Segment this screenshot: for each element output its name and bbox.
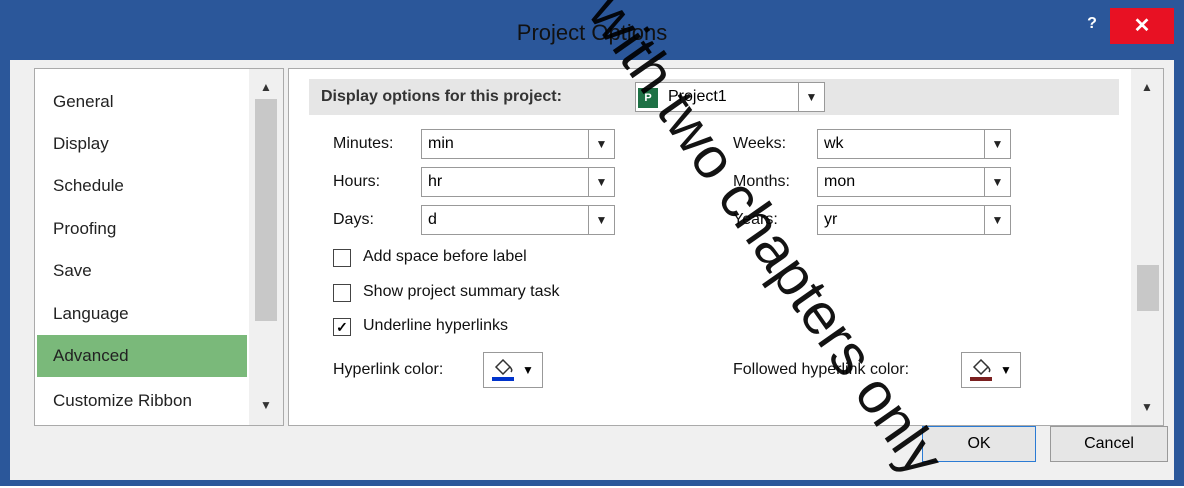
nav-item-proofing[interactable]: Proofing: [37, 208, 247, 250]
chevron-down-icon[interactable]: ▼: [798, 83, 824, 111]
close-button[interactable]: ✕: [1110, 8, 1174, 44]
hyperlink-color-label: Hyperlink color:: [333, 361, 444, 378]
project-file-icon: P: [638, 88, 658, 108]
chevron-down-icon[interactable]: ▼: [984, 130, 1010, 158]
months-select[interactable]: mon ▼: [817, 167, 1011, 197]
help-button[interactable]: ?: [1080, 12, 1104, 36]
minutes-value: min: [428, 135, 454, 152]
caret-down-icon: ▼: [1000, 363, 1012, 377]
chevron-down-icon[interactable]: ▼: [984, 206, 1010, 234]
years-select[interactable]: yr ▼: [817, 205, 1011, 235]
panel-scroll-thumb[interactable]: [1137, 265, 1159, 311]
months-value: mon: [824, 173, 856, 190]
project-dropdown-value: Project1: [668, 88, 727, 105]
years-value: yr: [824, 211, 838, 228]
paint-bucket-icon: [494, 359, 513, 375]
title-bar[interactable]: Project Options ? ✕: [0, 0, 1184, 60]
scroll-down-icon[interactable]: ▼: [249, 393, 283, 417]
weeks-value: wk: [824, 135, 844, 152]
category-list: General Display Schedule Proofing Save L…: [34, 68, 284, 426]
hours-label: Hours:: [333, 173, 381, 190]
scroll-up-icon[interactable]: ▲: [249, 75, 283, 99]
nav-scroll-thumb[interactable]: [255, 99, 277, 321]
section-header: Display options for this project: P Proj…: [309, 79, 1119, 115]
underline-hyperlinks-checkbox[interactable]: ✓: [333, 318, 351, 336]
panel-scrollbar[interactable]: ▲ ▼: [1131, 69, 1163, 425]
project-options-window: Project Options ? ✕ General Display Sche…: [0, 0, 1184, 488]
minutes-select[interactable]: min ▼: [421, 129, 615, 159]
days-label: Days:: [333, 211, 374, 228]
days-value: d: [428, 211, 437, 228]
caret-down-icon: ▼: [522, 363, 534, 377]
underline-hyperlinks-label: Underline hyperlinks: [363, 317, 508, 334]
nav-item-advanced[interactable]: Advanced: [37, 335, 247, 377]
years-label: Years:: [733, 211, 778, 228]
scroll-down-icon[interactable]: ▼: [1131, 395, 1163, 419]
dialog-client-area: General Display Schedule Proofing Save L…: [10, 60, 1174, 480]
nav-item-save[interactable]: Save: [37, 250, 247, 292]
nav-item-display[interactable]: Display: [37, 123, 247, 165]
ok-button[interactable]: OK: [922, 426, 1036, 462]
scroll-up-icon[interactable]: ▲: [1131, 75, 1163, 99]
hyperlink-color-swatch: [492, 377, 514, 381]
window-title: Project Options: [516, 20, 668, 45]
nav-item-general[interactable]: General: [37, 81, 247, 123]
nav-scrollbar[interactable]: ▲ ▼: [249, 69, 283, 425]
chevron-down-icon[interactable]: ▼: [984, 168, 1010, 196]
weeks-label: Weeks:: [733, 135, 787, 152]
chevron-down-icon[interactable]: ▼: [588, 206, 614, 234]
add-space-label: Add space before label: [363, 248, 527, 265]
add-space-checkbox[interactable]: [333, 249, 351, 267]
hours-select[interactable]: hr ▼: [421, 167, 615, 197]
hyperlink-color-button[interactable]: ▼: [483, 352, 543, 388]
followed-hyperlink-color-button[interactable]: ▼: [961, 352, 1021, 388]
chevron-down-icon[interactable]: ▼: [588, 130, 614, 158]
cancel-button[interactable]: Cancel: [1050, 426, 1168, 462]
minutes-label: Minutes:: [333, 135, 394, 152]
months-label: Months:: [733, 173, 790, 190]
show-summary-label: Show project summary task: [363, 283, 560, 300]
nav-item-language[interactable]: Language: [37, 293, 247, 335]
show-summary-checkbox[interactable]: [333, 284, 351, 302]
followed-color-swatch: [970, 377, 992, 381]
section-label: Display options for this project:: [321, 88, 562, 105]
weeks-select[interactable]: wk ▼: [817, 129, 1011, 159]
project-dropdown[interactable]: P Project1 ▼: [635, 82, 825, 112]
days-select[interactable]: d ▼: [421, 205, 615, 235]
chevron-down-icon[interactable]: ▼: [588, 168, 614, 196]
advanced-options-panel: Display options for this project: P Proj…: [288, 68, 1164, 426]
nav-item-schedule[interactable]: Schedule: [37, 165, 247, 207]
followed-hyperlink-color-label: Followed hyperlink color:: [733, 361, 910, 378]
paint-bucket-icon: [972, 359, 991, 375]
hours-value: hr: [428, 173, 443, 190]
nav-item-customize-ribbon[interactable]: Customize Ribbon: [37, 380, 247, 422]
